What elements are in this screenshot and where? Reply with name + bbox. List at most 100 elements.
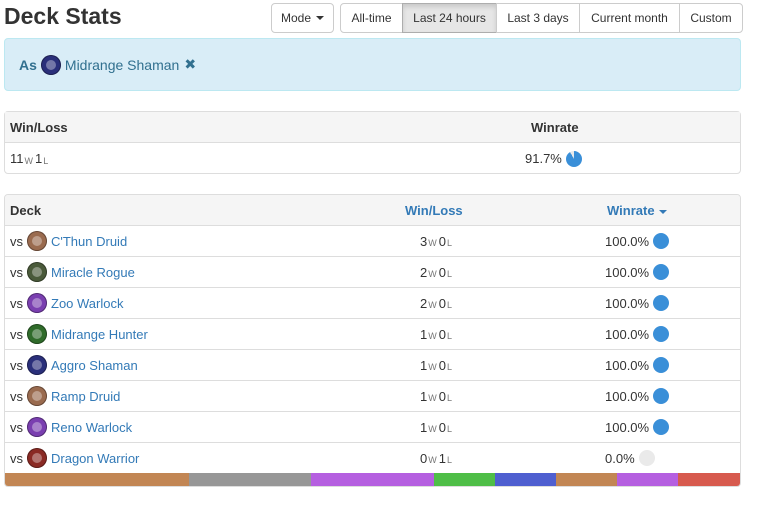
range-last-3-days-button[interactable]: Last 3 days xyxy=(496,3,580,33)
losses: 0 xyxy=(438,295,446,311)
winrate-cell: 0.0% xyxy=(605,443,655,473)
mode-label: Mode xyxy=(280,11,312,25)
deck-link[interactable]: C'Thun Druid xyxy=(51,234,127,249)
win-suffix: W xyxy=(428,362,437,372)
winrate: 100.0% xyxy=(605,326,650,342)
winloss-cell: 1W0L xyxy=(420,319,454,349)
deck-filter-alert: As Midrange Shaman ✖ xyxy=(4,38,741,91)
table-row: vs Aggro Shaman 1 W 0 L 100.0% xyxy=(5,350,740,381)
winrate-pie-icon xyxy=(653,388,670,404)
winrate-pie-icon xyxy=(653,264,670,280)
winrate-pie-icon xyxy=(653,419,670,435)
loss-suffix: L xyxy=(446,393,452,403)
deck-cell: vs Aggro Shaman xyxy=(10,350,138,380)
summary-header: Win/Loss Winrate xyxy=(5,112,740,143)
time-range-group: All-time Last 24 hours Last 3 days Curre… xyxy=(340,3,743,33)
wins: 1 xyxy=(420,326,428,342)
deck-cell: vs Dragon Warrior xyxy=(10,443,139,473)
deck-cell: vs Ramp Druid xyxy=(10,381,120,411)
vs-label: vs xyxy=(10,357,23,373)
range-current-month-button[interactable]: Current month xyxy=(579,3,680,33)
wins: 1 xyxy=(420,357,428,373)
deck-link[interactable]: Miracle Rogue xyxy=(51,265,135,280)
summary-panel: Win/Loss Winrate 11 W 1 L 91.7% xyxy=(4,111,741,174)
table-row: vs Miracle Rogue 2 W 0 L 100.0% xyxy=(5,257,740,288)
table-row: vs Zoo Warlock 2 W 0 L 100.0% xyxy=(5,288,740,319)
winloss-cell: 1W0L xyxy=(420,412,454,442)
deck-link[interactable]: Midrange Hunter xyxy=(51,327,148,342)
winloss-cell: 1W0L xyxy=(420,381,454,411)
deck-link[interactable]: Zoo Warlock xyxy=(51,296,123,311)
range-last-24-hours-button[interactable]: Last 24 hours xyxy=(402,3,497,33)
vs-label: vs xyxy=(10,233,23,249)
winloss-cell: 2W0L xyxy=(420,257,454,287)
deck-cell: vs Reno Warlock xyxy=(10,412,132,442)
loss-suffix: L xyxy=(446,238,452,248)
wins: 0 xyxy=(420,450,428,466)
deck-cell: vs Zoo Warlock xyxy=(10,288,123,318)
winrate-cell: 100.0% xyxy=(605,412,670,442)
class-segment-druid xyxy=(556,473,618,486)
winrate-cell: 100.0% xyxy=(605,381,670,411)
winrate-cell: 100.0% xyxy=(605,257,670,287)
close-icon[interactable]: ✖ xyxy=(184,56,196,73)
winrate-pie-icon xyxy=(653,326,670,342)
winrate-cell: 100.0% xyxy=(605,319,670,349)
druid-class-icon xyxy=(27,231,47,251)
winrate-pie-icon xyxy=(653,295,670,311)
loss-suffix: L xyxy=(43,155,49,166)
losses: 0 xyxy=(438,326,446,342)
rogue-class-icon xyxy=(27,262,47,282)
table-row: vs Midrange Hunter 1 W 0 L 100.0% xyxy=(5,319,740,350)
vs-label: vs xyxy=(10,419,23,435)
win-suffix: W xyxy=(428,300,437,310)
losses: 1 xyxy=(438,450,446,466)
sort-winrate-link[interactable]: Winrate xyxy=(607,195,667,225)
page-title: Deck Stats xyxy=(4,3,122,29)
range-custom-button[interactable]: Custom xyxy=(679,3,743,33)
range-all-time-button[interactable]: All-time xyxy=(340,3,403,33)
losses: 0 xyxy=(438,233,446,249)
losses: 0 xyxy=(438,264,446,280)
table-row: vs Dragon Warrior 0 W 1 L 0.0% xyxy=(5,443,740,474)
sort-winloss-link[interactable]: Win/Loss xyxy=(405,195,463,225)
mode-dropdown-button[interactable]: Mode xyxy=(271,3,334,33)
sort-winrate-label: Winrate xyxy=(607,202,655,218)
summary-row: 11 W 1 L 91.7% xyxy=(5,143,740,174)
loss-suffix: L xyxy=(446,362,452,372)
class-segment-warlock xyxy=(311,473,435,486)
summary-winrate-cell: 91.7% xyxy=(525,143,582,174)
summary-wins: 11 xyxy=(10,151,24,166)
winrate-pie-icon xyxy=(653,357,670,373)
winrate: 100.0% xyxy=(605,419,650,435)
deck-link[interactable]: Ramp Druid xyxy=(51,389,120,404)
deck-link[interactable]: Reno Warlock xyxy=(51,420,132,435)
loss-suffix: L xyxy=(446,455,452,465)
filter-deck-name: Midrange Shaman xyxy=(64,56,180,73)
losses: 0 xyxy=(438,357,446,373)
deck-link[interactable]: Aggro Shaman xyxy=(51,358,138,373)
summary-col-winloss: Win/Loss xyxy=(10,119,68,135)
win-suffix: W xyxy=(428,424,437,434)
deck-link[interactable]: Dragon Warrior xyxy=(51,451,139,466)
class-segment-neutral xyxy=(188,473,312,486)
deck-table-header: Deck Win/Loss Winrate xyxy=(5,195,740,226)
winloss-cell: 1W0L xyxy=(420,350,454,380)
deck-cell: vs C'Thun Druid xyxy=(10,226,127,256)
class-segment-hunter xyxy=(434,473,496,486)
loss-suffix: L xyxy=(446,424,452,434)
warrior-class-icon xyxy=(27,448,47,468)
win-suffix: W xyxy=(24,155,34,166)
class-segment-warlock xyxy=(617,473,679,486)
winloss-cell: 0W1L xyxy=(420,443,454,473)
shaman-class-icon xyxy=(27,355,47,375)
win-suffix: W xyxy=(428,331,437,341)
loss-suffix: L xyxy=(446,300,452,310)
losses: 0 xyxy=(438,419,446,435)
vs-label: vs xyxy=(10,388,23,404)
summary-winloss: 11 W 1 L xyxy=(10,143,50,174)
summary-losses: 1 xyxy=(35,151,43,166)
winrate-cell: 100.0% xyxy=(605,288,670,318)
deck-cell: vs Midrange Hunter xyxy=(10,319,148,349)
vs-label: vs xyxy=(10,295,23,311)
